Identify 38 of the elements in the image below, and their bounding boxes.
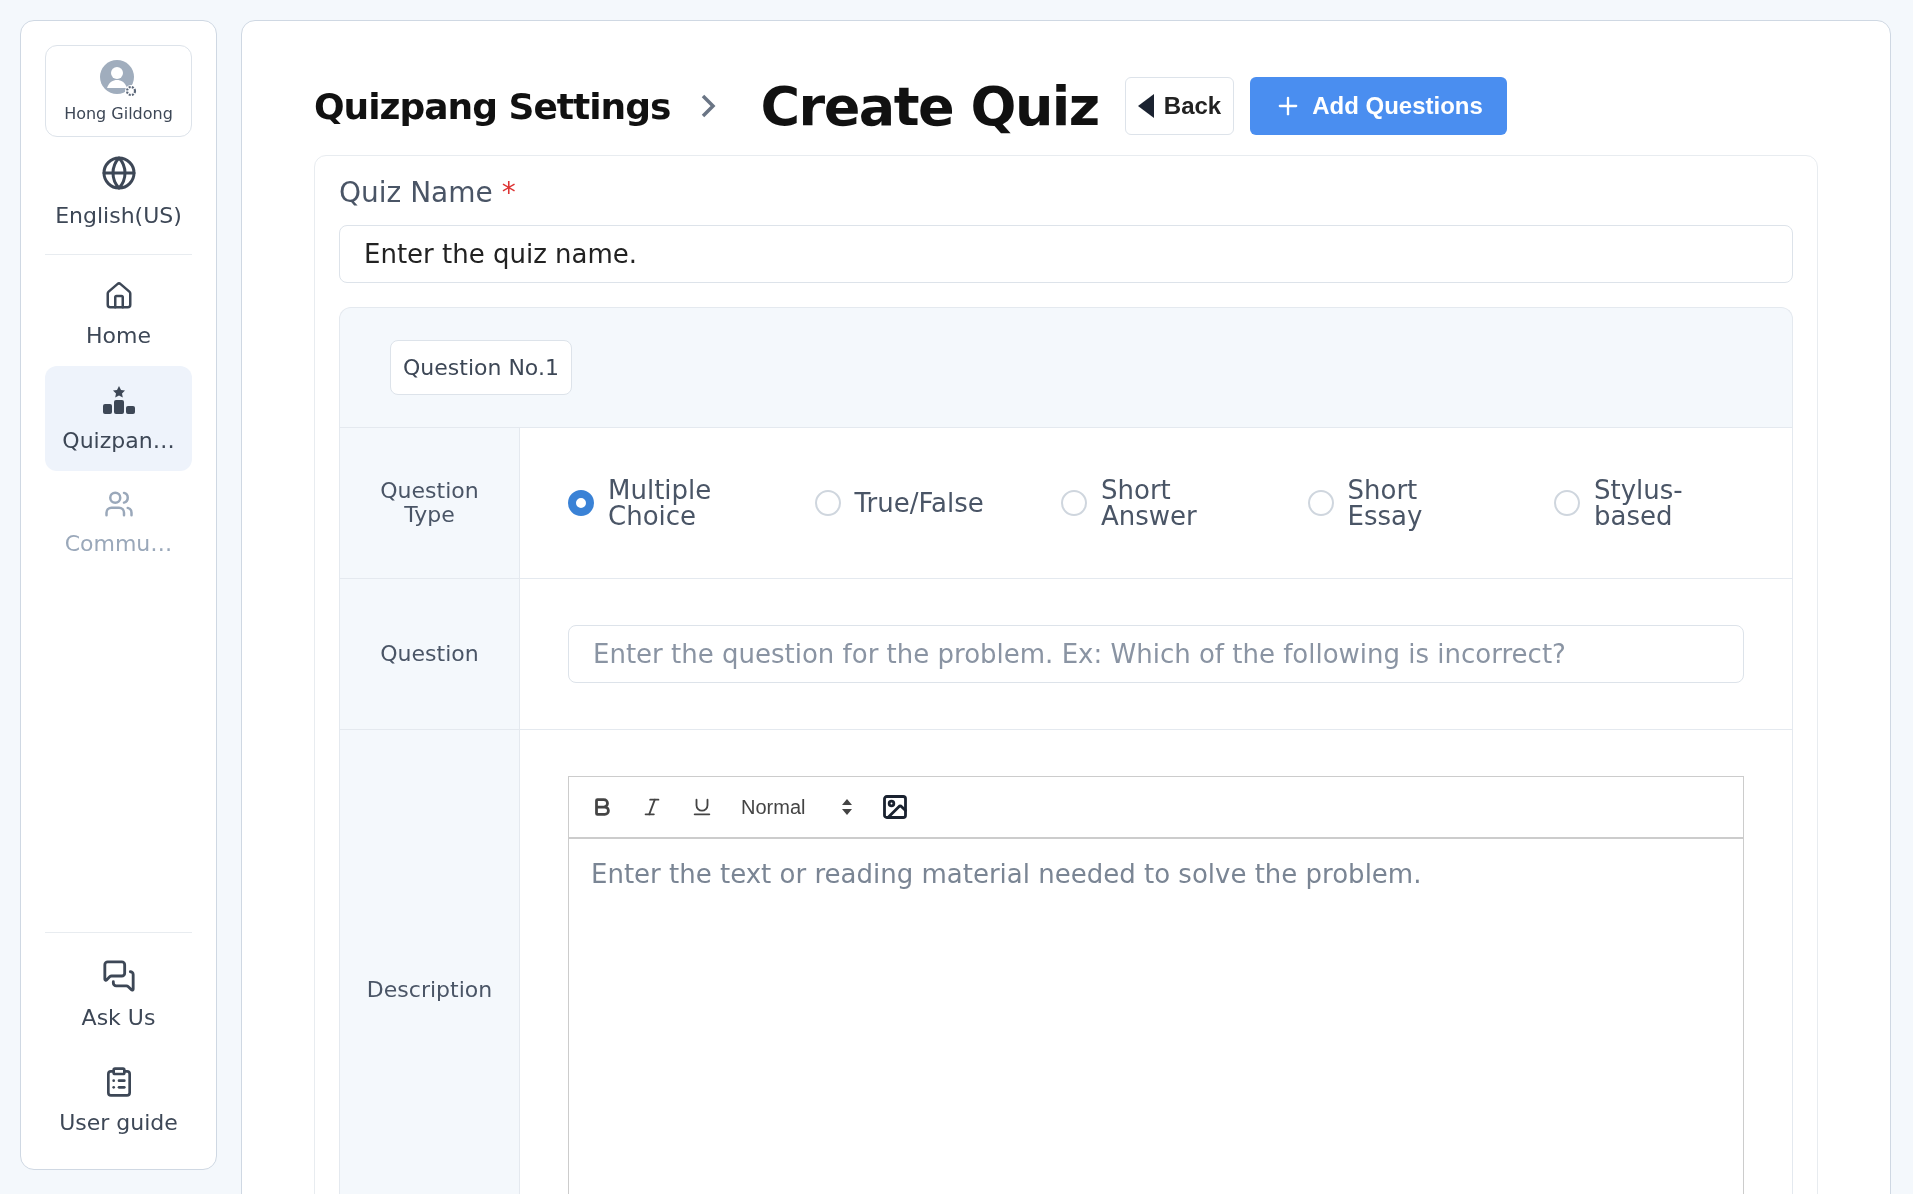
radio-label: Stylus-based (1594, 477, 1684, 529)
podium-icon (100, 384, 137, 416)
radio-option[interactable]: Stylus-based (1554, 477, 1744, 529)
user-settings-icon (99, 59, 138, 98)
home-icon (103, 281, 134, 311)
profile-card[interactable]: Hong Gildong (45, 45, 192, 137)
back-arrow-icon (1137, 94, 1154, 118)
breadcrumb-link[interactable]: Quizpang Settings (314, 85, 671, 127)
radio-option[interactable]: Short Essay (1307, 477, 1498, 529)
page-title: Create Quiz (760, 74, 1099, 138)
radio-option[interactable]: True/False (814, 477, 1005, 529)
question-number-tag: Question No.1 (390, 340, 572, 395)
radio-label: Short Essay (1347, 477, 1424, 529)
underline-icon[interactable] (691, 796, 713, 818)
rich-text-editor[interactable]: Normal Enter the text or reading material needed to solve the problem. (568, 776, 1744, 1194)
nav-item[interactable]: Quizpan… (45, 366, 192, 471)
chat-icon (101, 959, 136, 993)
nav-item[interactable]: Ask Us (45, 941, 192, 1048)
radio-option[interactable]: Multiple Choice (568, 477, 758, 529)
nav-item[interactable]: Home (45, 263, 192, 366)
radio-icon[interactable] (568, 490, 594, 516)
users-icon (103, 489, 134, 519)
globe-icon (100, 155, 137, 191)
format-dropdown[interactable]: Normal (741, 795, 854, 819)
radio-option[interactable]: Short Answer (1061, 477, 1251, 529)
language-selector[interactable]: English(US) (45, 137, 192, 246)
radio-label: Short Answer (1101, 477, 1198, 529)
radio-label: True/False (854, 490, 984, 516)
field-label: Quiz Name * (339, 176, 517, 209)
question-input[interactable]: Enter the question for the problem. Ex: Which of the following is incorrect? (568, 625, 1744, 683)
back-button[interactable]: Back (1124, 77, 1235, 135)
updown-caret-icon (841, 798, 854, 816)
quiz-name-input[interactable]: Enter the quiz name. (339, 225, 1793, 283)
image-icon[interactable] (881, 793, 910, 821)
user-name: Hong Gildong (64, 103, 173, 123)
editor-placeholder: Enter the text or reading material needed to solve the problem. (590, 858, 1423, 891)
nav-item[interactable]: User guide (45, 1048, 192, 1153)
radio-label: Multiple Choice (608, 477, 713, 529)
